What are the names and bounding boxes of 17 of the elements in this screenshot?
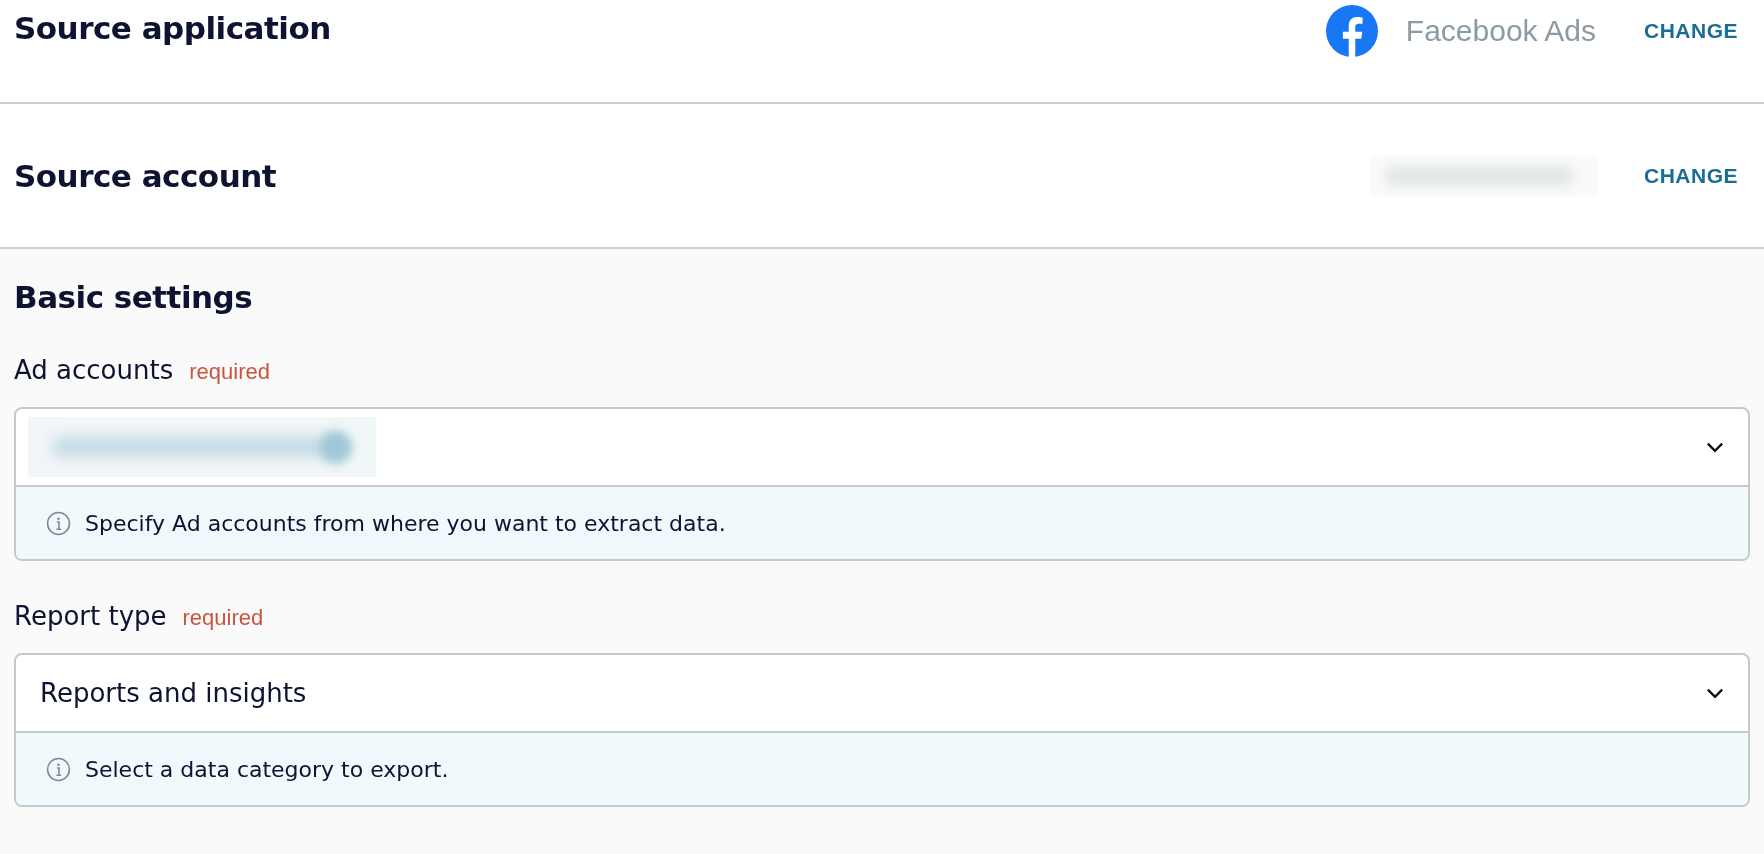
section-title: Source account [14, 157, 277, 194]
facebook-logo-icon [1325, 5, 1378, 57]
app-name: Facebook Ads [1405, 14, 1596, 48]
info-icon [46, 756, 71, 782]
change-button[interactable]: CHANGE [1644, 159, 1738, 192]
chevron-down-icon [1706, 687, 1724, 699]
section-title: Source application [14, 10, 331, 46]
hint-text: Specify Ad accounts from where you want to extract data. [85, 510, 726, 536]
field-label: Report type [14, 601, 167, 631]
section-title: Basic settings [14, 279, 254, 315]
field-label: Ad accounts [14, 355, 174, 385]
required-label: required [189, 359, 270, 385]
info-icon [46, 510, 71, 536]
change-button[interactable]: CHANGE [1644, 15, 1738, 47]
required-label: required [182, 605, 264, 631]
hint-text: Select a data category to export. [85, 756, 449, 782]
chevron-down-icon [1706, 441, 1724, 453]
